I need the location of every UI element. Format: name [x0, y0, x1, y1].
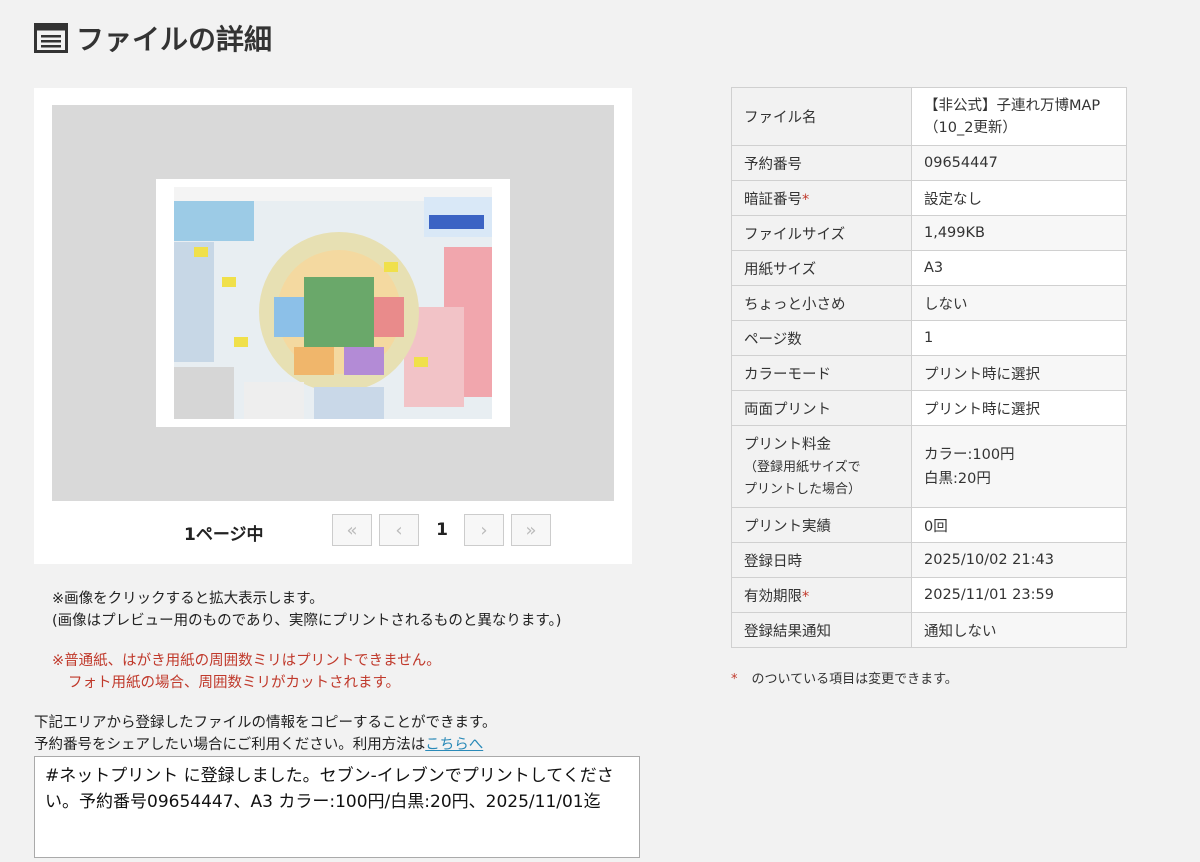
footnote-mark: * — [731, 672, 738, 687]
label-reserve-no: 予約番号 — [731, 145, 912, 181]
print-warning: ※普通紙、はがき用紙の周囲数ミリはプリントできません。 フォト用紙の場合、周囲数… — [52, 650, 441, 694]
preview-notes: ※画像をクリックすると拡大表示します。 (画像はプレビュー用のものであり、実際に… — [52, 588, 561, 632]
document-list-icon — [34, 23, 68, 53]
required-mark: * — [802, 191, 810, 208]
label-file-size: ファイルサイズ — [731, 215, 912, 251]
double-chevron-left-icon: « — [346, 519, 358, 541]
preview-note-line1: ※画像をクリックすると拡大表示します。 — [52, 591, 324, 607]
label-fee-sub2: プリントした場合） — [744, 481, 862, 497]
value-printed: 0回 — [911, 507, 1127, 543]
value-small: しない — [911, 285, 1127, 321]
value-paper-size: A3 — [911, 250, 1127, 286]
row-pin: 暗証番号* 設定なし — [731, 180, 1127, 216]
row-notify: 登録結果通知 通知しない — [731, 612, 1127, 648]
label-pin: 暗証番号* — [731, 180, 912, 216]
label-fee: プリント料金 （登録用紙サイズで プリントした場合） — [731, 425, 912, 508]
label-pages: ページ数 — [731, 320, 912, 356]
label-registered: 登録日時 — [731, 542, 912, 578]
row-reserve-no: 予約番号 09654447 — [731, 145, 1127, 181]
editable-footnote: * のついている項目は変更できます。 — [731, 668, 958, 687]
page-header: ファイルの詳細 — [34, 18, 272, 58]
chevron-left-icon: ‹ — [395, 519, 403, 541]
row-file-size: ファイルサイズ 1,499KB — [731, 215, 1127, 251]
usage-help-link[interactable]: こちらへ — [425, 737, 483, 753]
preview-note-line2: (画像はプレビュー用のものであり、実際にプリントされるものと異なります。) — [52, 613, 562, 629]
first-page-button[interactable]: « — [332, 514, 372, 546]
file-details-table: ファイル名 【非公式】子連れ万博MAP（10_2更新） 予約番号 0965444… — [731, 87, 1127, 648]
row-registered: 登録日時 2025/10/02 21:43 — [731, 542, 1127, 578]
row-expiry: 有効期限* 2025/11/01 23:59 — [731, 577, 1127, 613]
preview-panel: 1ページ中 « ‹ 1 › » — [34, 88, 632, 564]
footnote-text: のついている項目は変更できます。 — [751, 672, 958, 687]
row-pages: ページ数 1 — [731, 320, 1127, 356]
row-file-name: ファイル名 【非公式】子連れ万博MAP（10_2更新） — [731, 87, 1127, 146]
label-expiry: 有効期限* — [731, 577, 912, 613]
value-registered: 2025/10/02 21:43 — [911, 542, 1127, 578]
share-text-area[interactable]: #ネットプリント に登録しました。セブン-イレブンでプリントしてください。予約番… — [34, 756, 640, 858]
last-page-button[interactable]: » — [511, 514, 551, 546]
copy-info: 下記エリアから登録したファイルの情報をコピーすることができます。 予約番号をシェ… — [34, 712, 497, 756]
value-pin: 設定なし — [911, 180, 1127, 216]
row-small: ちょっと小さめ しない — [731, 285, 1127, 321]
label-color-mode: カラーモード — [731, 355, 912, 391]
map-preview-image — [174, 187, 492, 419]
copy-info-line2: 予約番号をシェアしたい場合にご利用ください。利用方法は — [34, 737, 426, 753]
row-paper-size: 用紙サイズ A3 — [731, 250, 1127, 286]
warning-line1: ※普通紙、はがき用紙の周囲数ミリはプリントできません。 — [52, 653, 441, 669]
copy-info-line1: 下記エリアから登録したファイルの情報をコピーすることができます。 — [34, 715, 497, 731]
value-color-mode: プリント時に選択 — [911, 355, 1127, 391]
label-file-name: ファイル名 — [731, 87, 912, 146]
row-duplex: 両面プリント プリント時に選択 — [731, 390, 1127, 426]
fee-color: カラー:100円 — [924, 446, 1015, 463]
next-page-button[interactable]: › — [464, 514, 504, 546]
file-preview-thumbnail[interactable] — [156, 179, 510, 427]
value-file-size: 1,499KB — [911, 215, 1127, 251]
preview-area — [52, 105, 614, 501]
label-fee-text: プリント料金 — [744, 436, 831, 453]
chevron-right-icon: › — [480, 519, 488, 541]
value-pages: 1 — [911, 320, 1127, 356]
value-expiry: 2025/11/01 23:59 — [911, 577, 1127, 613]
value-fee: カラー:100円 白黒:20円 — [911, 425, 1127, 508]
label-small: ちょっと小さめ — [731, 285, 912, 321]
row-fee: プリント料金 （登録用紙サイズで プリントした場合） カラー:100円 白黒:2… — [731, 425, 1127, 508]
required-mark: * — [802, 588, 810, 605]
label-expiry-text: 有効期限 — [744, 588, 802, 605]
label-pin-text: 暗証番号 — [744, 191, 802, 208]
warning-line2: フォト用紙の場合、周囲数ミリがカットされます。 — [68, 675, 401, 691]
value-file-name: 【非公式】子連れ万博MAP（10_2更新） — [911, 87, 1127, 146]
value-duplex: プリント時に選択 — [911, 390, 1127, 426]
page-count-label: 1ページ中 — [184, 525, 264, 545]
prev-page-button[interactable]: ‹ — [379, 514, 419, 546]
page-title: ファイルの詳細 — [76, 23, 273, 56]
row-color-mode: カラーモード プリント時に選択 — [731, 355, 1127, 391]
label-fee-sub1: （登録用紙サイズで — [744, 459, 861, 475]
double-chevron-right-icon: » — [525, 519, 537, 541]
label-paper-size: 用紙サイズ — [731, 250, 912, 286]
current-page-number: 1 — [436, 520, 448, 540]
label-duplex: 両面プリント — [731, 390, 912, 426]
fee-mono: 白黒:20円 — [924, 470, 991, 487]
label-notify: 登録結果通知 — [731, 612, 912, 648]
value-notify: 通知しない — [911, 612, 1127, 648]
value-reserve-no: 09654447 — [911, 145, 1127, 181]
label-printed: プリント実績 — [731, 507, 912, 543]
row-printed: プリント実績 0回 — [731, 507, 1127, 543]
